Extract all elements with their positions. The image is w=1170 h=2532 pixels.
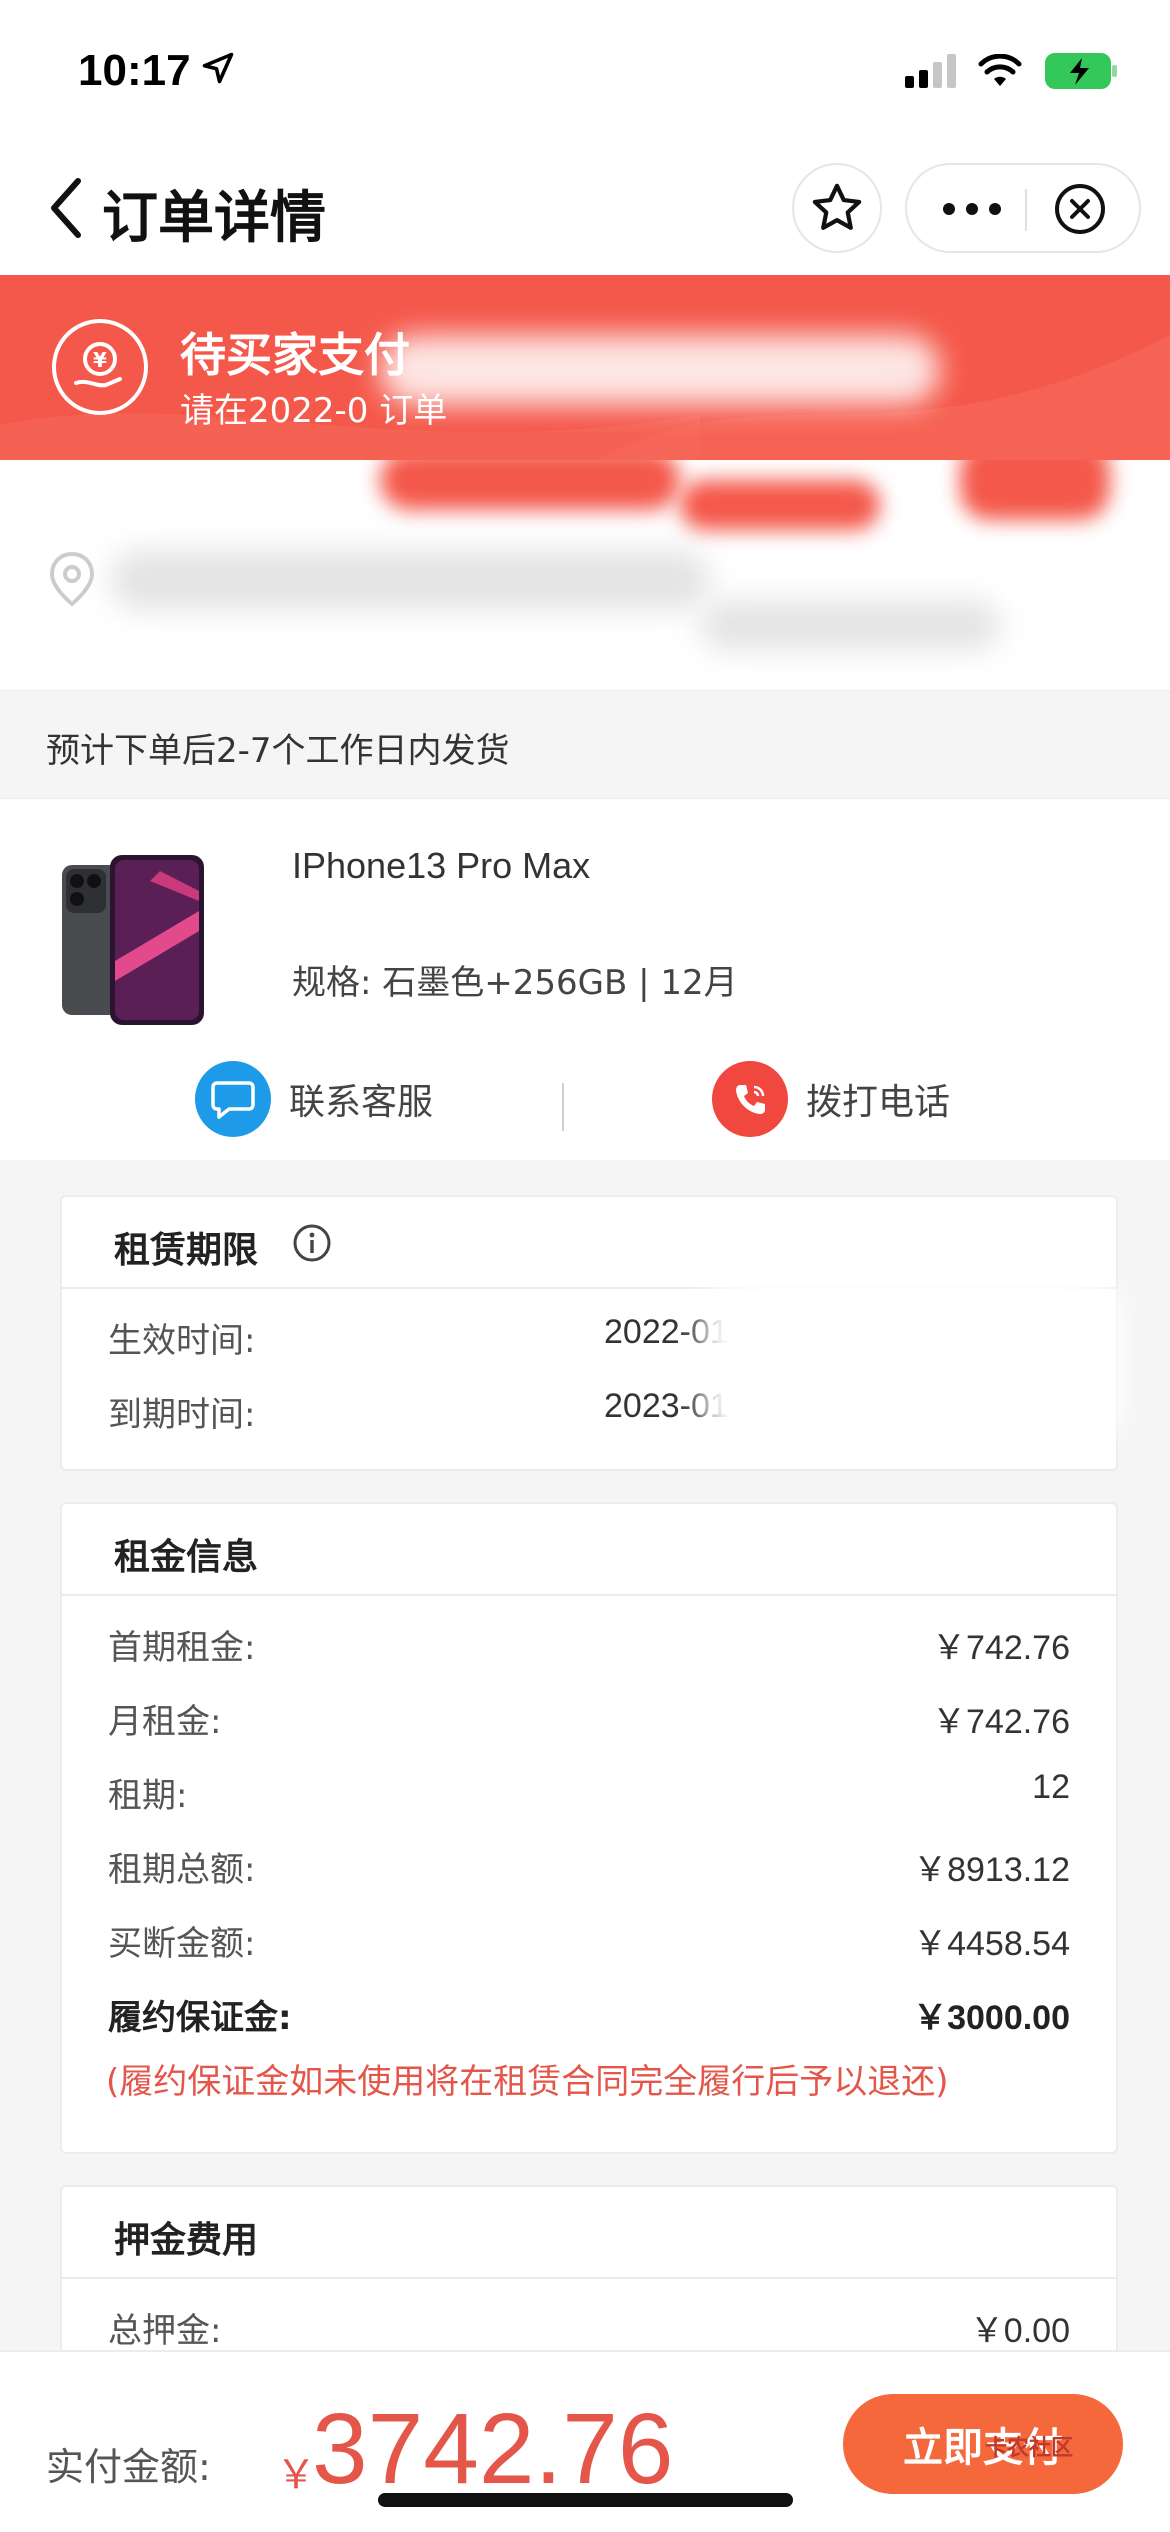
call-phone-label: 拨打电话 xyxy=(806,1082,951,1123)
svg-text:¥: ¥ xyxy=(93,348,107,372)
phone-icon xyxy=(712,1061,788,1137)
product-name: IPhone13 Pro Max xyxy=(292,845,591,886)
redaction-mark xyxy=(380,335,940,405)
redaction-mark xyxy=(110,550,710,610)
deposit-title: 押金费用 xyxy=(114,2220,259,2261)
redaction-mark xyxy=(380,460,680,510)
total-rent-value: ￥8913.12 xyxy=(913,1851,1070,1889)
total-rent-label: 租期总额: xyxy=(108,1850,256,1890)
performance-deposit-row: 履约保证金: ￥3000.00 xyxy=(62,1974,1116,2048)
location-arrow-icon xyxy=(202,52,234,84)
contact-divider xyxy=(562,1083,564,1131)
contact-service-button[interactable]: 联系客服 xyxy=(195,1061,433,1137)
buyout-amount-row: 买断金额: ￥4458.54 xyxy=(62,1900,1116,1974)
monthly-rent-value: ￥742.76 xyxy=(932,1703,1070,1741)
first-rent-row: 首期租金: ￥742.76 xyxy=(62,1604,1116,1678)
location-pin-icon xyxy=(49,551,95,607)
page-title: 订单详情 xyxy=(102,186,326,251)
monthly-rent-label: 月租金: xyxy=(108,1702,222,1742)
lease-term-row: 租期: 12 xyxy=(62,1752,1116,1826)
close-icon[interactable] xyxy=(1052,181,1108,237)
star-icon xyxy=(812,183,862,230)
first-rent-label: 首期租金: xyxy=(108,1628,256,1668)
status-bar: 10:17 xyxy=(0,0,1170,145)
wifi-icon xyxy=(978,54,1022,86)
info-icon[interactable] xyxy=(292,1223,332,1263)
rent-info-title: 租金信息 xyxy=(114,1537,259,1578)
contact-service-label: 联系客服 xyxy=(289,1082,434,1123)
paid-amount-label: 实付金额: xyxy=(46,2445,211,2489)
nav-bar: 订单详情 xyxy=(0,145,1170,275)
redaction-mark xyxy=(960,460,1110,520)
capsule-divider xyxy=(1025,189,1027,231)
total-deposit-label: 总押金: xyxy=(108,2311,222,2351)
status-time: 10:17 xyxy=(78,46,191,95)
order-status-title: 待买家支付 xyxy=(180,328,410,382)
yen-hand-icon: ¥ xyxy=(52,319,148,415)
buyout-amount-label: 买断金额: xyxy=(108,1924,256,1964)
performance-deposit-label: 履约保证金: xyxy=(108,1998,292,2038)
performance-deposit-value: ￥3000.00 xyxy=(913,1999,1070,2037)
back-arrow-icon[interactable] xyxy=(46,175,86,241)
lease-term-value: 12 xyxy=(1032,1768,1070,1806)
favorite-button[interactable] xyxy=(792,163,882,253)
rent-info-card: 租金信息 首期租金: ￥742.76 月租金: ￥742.76 租期: 12 租… xyxy=(60,1502,1118,2154)
redaction-mark xyxy=(680,480,880,530)
community-watermark: 卡农社区 xyxy=(985,2436,1074,2461)
shipping-estimate-text: 预计下单后2-7个工作日内发货 xyxy=(46,731,510,771)
shipping-address[interactable] xyxy=(0,460,1170,690)
deposit-header: 押金费用 xyxy=(62,2187,1116,2279)
pay-now-button[interactable]: 立即支付 xyxy=(843,2394,1123,2494)
expiry-date-label: 到期时间: xyxy=(108,1395,256,1435)
total-deposit-value: ￥0.00 xyxy=(969,2312,1070,2350)
redaction-mark xyxy=(702,1277,1122,1447)
order-status-banner: ¥ 待买家支付 请在2022-0 订单 xyxy=(0,275,1170,460)
buyout-amount-value: ￥4458.54 xyxy=(913,1925,1070,1963)
product-spec: 规格: 石墨色+256GB | 12月 xyxy=(292,963,738,1003)
effective-date-label: 生效时间: xyxy=(108,1321,256,1361)
shipping-estimate: 预计下单后2-7个工作日内发货 xyxy=(0,690,1170,798)
first-rent-value: ￥742.76 xyxy=(932,1629,1070,1667)
call-phone-button[interactable]: 拨打电话 xyxy=(712,1061,950,1137)
status-icons xyxy=(905,52,1120,90)
lease-period-card: 租赁期限 生效时间: 2022-01-2 到期时间: 2023-01-24 xyxy=(60,1195,1122,1471)
total-rent-row: 租期总额: ￥8913.12 xyxy=(62,1826,1116,1900)
lease-period-header: 租赁期限 xyxy=(62,1197,1116,1289)
deposit-refund-note: (履约保证金如未使用将在租赁合同完全履行后予以退还) xyxy=(106,2062,949,2102)
more-icon[interactable] xyxy=(943,203,1001,215)
currency-symbol: ￥ xyxy=(276,2452,316,2498)
paid-amount-value: 3742.76 xyxy=(312,2393,674,2505)
battery-charging-icon xyxy=(1045,53,1117,89)
lease-period-title: 租赁期限 xyxy=(114,1230,259,1271)
home-indicator xyxy=(378,2493,793,2507)
product-card: IPhone13 Pro Max 规格: 石墨色+256GB | 12月 联系客… xyxy=(0,798,1170,1160)
rent-info-header: 租金信息 xyxy=(62,1504,1116,1596)
chat-bubble-icon xyxy=(195,1061,271,1137)
lease-term-label: 租期: xyxy=(108,1776,188,1816)
product-image xyxy=(62,855,204,1025)
contact-actions: 联系客服 拨打电话 xyxy=(0,1051,1170,1161)
redaction-mark xyxy=(700,600,1000,650)
miniapp-capsule xyxy=(905,163,1141,253)
signal-icon xyxy=(905,54,956,88)
monthly-rent-row: 月租金: ￥742.76 xyxy=(62,1678,1116,1752)
